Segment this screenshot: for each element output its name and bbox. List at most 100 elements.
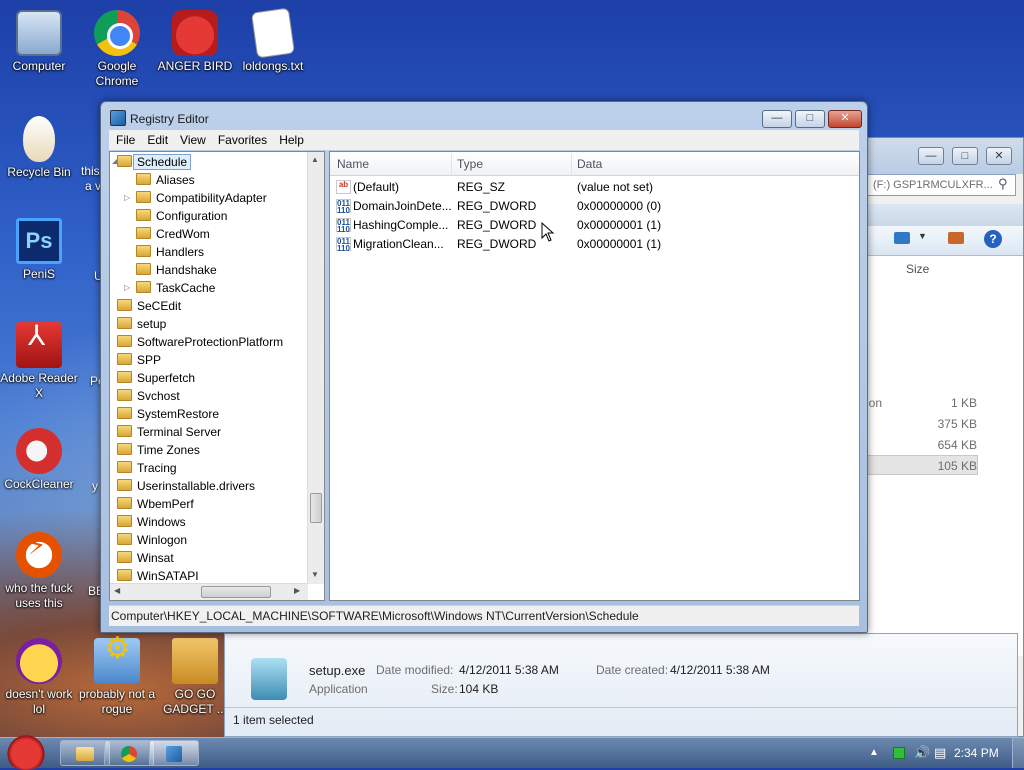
menu-favorites[interactable]: Favorites — [212, 130, 273, 150]
close-button[interactable]: ✕ — [828, 110, 862, 128]
tree-item-label: SoftwareProtectionPlatform — [137, 335, 284, 349]
desktop-icon-angry-birds[interactable]: ANGER BIRD — [156, 10, 234, 74]
column-divider[interactable] — [451, 154, 452, 174]
folder-icon — [136, 209, 151, 221]
tree-item[interactable]: CompatibilityAdapter — [136, 189, 267, 207]
scroll-down-arrow-icon[interactable]: ▼ — [311, 570, 319, 579]
scroll-thumb[interactable] — [310, 493, 322, 523]
desktop-icon-computer[interactable]: Computer — [0, 10, 78, 74]
size-column-header[interactable]: Size — [906, 262, 929, 276]
maximize-button[interactable]: □ — [952, 147, 978, 165]
desktop-icon-yahoo[interactable]: doesn't work lol — [0, 638, 78, 717]
chevron-down-icon[interactable]: ▼ — [918, 231, 927, 241]
value-row[interactable]: 011 110 DomainJoinDete... REG_DWORD 0x000… — [330, 197, 859, 216]
desktop-icon-gadget-folder[interactable]: GO GO GADGET ... — [156, 638, 234, 717]
file-list[interactable]: Size ion 1 KB 375 KB 654 KB 105 KB — [860, 256, 1023, 656]
address-bar[interactable]: (F:) GSP1RMCULXFR... — [864, 174, 1016, 196]
desktop-icon-chrome[interactable]: Google Chrome — [78, 10, 156, 89]
scroll-thumb[interactable] — [201, 586, 271, 598]
value-row[interactable]: 011 110 MigrationClean... REG_DWORD 0x000… — [330, 235, 859, 254]
tree-item[interactable]: Svchost — [117, 387, 180, 405]
expand-icon[interactable]: ▷ — [124, 193, 133, 202]
tree-item[interactable]: SeCEdit — [117, 297, 181, 315]
desktop-icon-text-file[interactable]: loldongs.txt — [234, 7, 312, 74]
tree-item[interactable]: Winlogon — [117, 531, 187, 549]
values-list[interactable]: Name Type Data ab (Default) REG_SZ (valu… — [329, 151, 860, 601]
desktop-icon-flash[interactable]: who the fuck uses this — [0, 532, 78, 611]
minimize-button[interactable]: — — [762, 110, 792, 128]
tree-item-label: Schedule — [133, 154, 192, 170]
menu-help[interactable]: Help — [273, 130, 310, 150]
tree-item[interactable]: setup — [117, 315, 166, 333]
file-size: 375 KB — [937, 417, 977, 431]
file-size: 1 KB — [950, 396, 977, 410]
column-header-name[interactable]: Name — [337, 157, 369, 171]
minimize-button[interactable]: — — [918, 147, 944, 165]
desktop-icon-recycle-bin[interactable]: Recycle Bin — [0, 116, 78, 180]
show-hidden-icons-icon[interactable]: ▲ — [869, 738, 879, 768]
tree-item[interactable]: TaskCache — [136, 279, 215, 297]
network-icon[interactable]: ▤ — [934, 738, 946, 768]
tree-horizontal-scrollbar[interactable]: ◀ ▶ — [110, 583, 308, 600]
volume-icon[interactable]: 🔊 — [914, 738, 930, 768]
value-row[interactable]: 011 110 HashingComple... REG_DWORD 0x0000… — [330, 216, 859, 235]
tree-item[interactable]: Userinstallable.drivers — [117, 477, 255, 495]
explorer-titlebar[interactable]: — □ ✕ — [860, 138, 1023, 174]
tree-item[interactable]: Time Zones — [117, 441, 200, 459]
scroll-up-arrow-icon[interactable]: ▲ — [311, 155, 319, 164]
status-bar: Computer\HKEY_LOCAL_MACHINE\SOFTWARE\Mic… — [109, 605, 859, 626]
tree-item[interactable]: Handshake — [136, 261, 217, 279]
menu-edit[interactable]: Edit — [141, 130, 174, 150]
tree-item[interactable]: Handlers — [136, 243, 204, 261]
show-desktop-button[interactable] — [1012, 738, 1024, 768]
tree-item[interactable]: Windows — [117, 513, 186, 531]
binary-value-icon: 011 110 — [336, 199, 351, 215]
tree-item[interactable]: Winsat — [117, 549, 174, 567]
value-row[interactable]: ab (Default) REG_SZ (value not set) — [330, 178, 859, 197]
start-button[interactable] — [4, 734, 48, 770]
search-icon[interactable]: ⚲ — [998, 176, 1008, 192]
tree-item[interactable]: Configuration — [136, 207, 227, 225]
taskbar-explorer-button[interactable] — [60, 740, 110, 766]
registry-editor-window[interactable]: Registry Editor — □ ✕ File Edit View Favori… — [100, 101, 868, 633]
photoshop-icon: Ps — [16, 218, 62, 264]
menu-file[interactable]: File — [109, 130, 141, 150]
tree-item[interactable]: Tracing — [117, 459, 177, 477]
column-header-type[interactable]: Type — [457, 157, 483, 171]
preview-pane-icon[interactable] — [948, 232, 964, 244]
column-divider[interactable] — [571, 154, 572, 174]
scroll-right-arrow-icon[interactable]: ▶ — [294, 586, 300, 595]
tree-item[interactable]: SPP — [117, 351, 161, 369]
tree-item[interactable]: Superfetch — [117, 369, 195, 387]
tree-item[interactable]: SoftwareProtectionPlatform — [117, 333, 283, 351]
action-center-icon[interactable] — [893, 738, 905, 768]
angry-birds-icon — [172, 10, 218, 56]
help-icon[interactable]: ? — [984, 230, 1002, 248]
key-tree[interactable]: ◢ Schedule Aliases ▷ CompatibilityAdapte… — [109, 151, 325, 601]
tree-item[interactable]: Terminal Server — [117, 423, 221, 441]
tree-item-label: CompatibilityAdapter — [156, 191, 267, 205]
tree-item[interactable]: WbemPerf — [117, 495, 194, 513]
folder-icon — [136, 227, 151, 239]
desktop-icon-adobe-reader[interactable]: Adobe Reader X — [0, 322, 78, 401]
column-header-data[interactable]: Data — [577, 157, 602, 171]
tree-item[interactable]: Aliases — [136, 171, 195, 189]
tree-item-label: Configuration — [156, 209, 228, 223]
clock[interactable]: 2:34 PM — [954, 738, 999, 768]
column-headers: Name Type Data — [330, 152, 859, 176]
desktop-icon-ccleaner[interactable]: CockCleaner — [0, 428, 78, 492]
taskbar-chrome-button[interactable] — [104, 740, 154, 766]
taskbar-registry-editor-button[interactable] — [149, 740, 199, 766]
menu-view[interactable]: View — [174, 130, 212, 150]
maximize-button[interactable]: □ — [795, 110, 825, 128]
tree-vertical-scrollbar[interactable]: ▲ ▼ — [307, 152, 324, 584]
tree-item-selected[interactable]: Schedule — [117, 153, 192, 171]
desktop-icon-photoshop[interactable]: Ps PeniS — [0, 218, 78, 282]
view-options-icon[interactable] — [894, 232, 910, 244]
desktop-icon-gears[interactable]: probably not a rogue — [78, 638, 156, 717]
scroll-left-arrow-icon[interactable]: ◀ — [114, 586, 120, 595]
tree-item[interactable]: CredWom — [136, 225, 210, 243]
close-button[interactable]: ✕ — [986, 147, 1012, 165]
expand-icon[interactable]: ▷ — [124, 283, 133, 292]
tree-item[interactable]: SystemRestore — [117, 405, 219, 423]
